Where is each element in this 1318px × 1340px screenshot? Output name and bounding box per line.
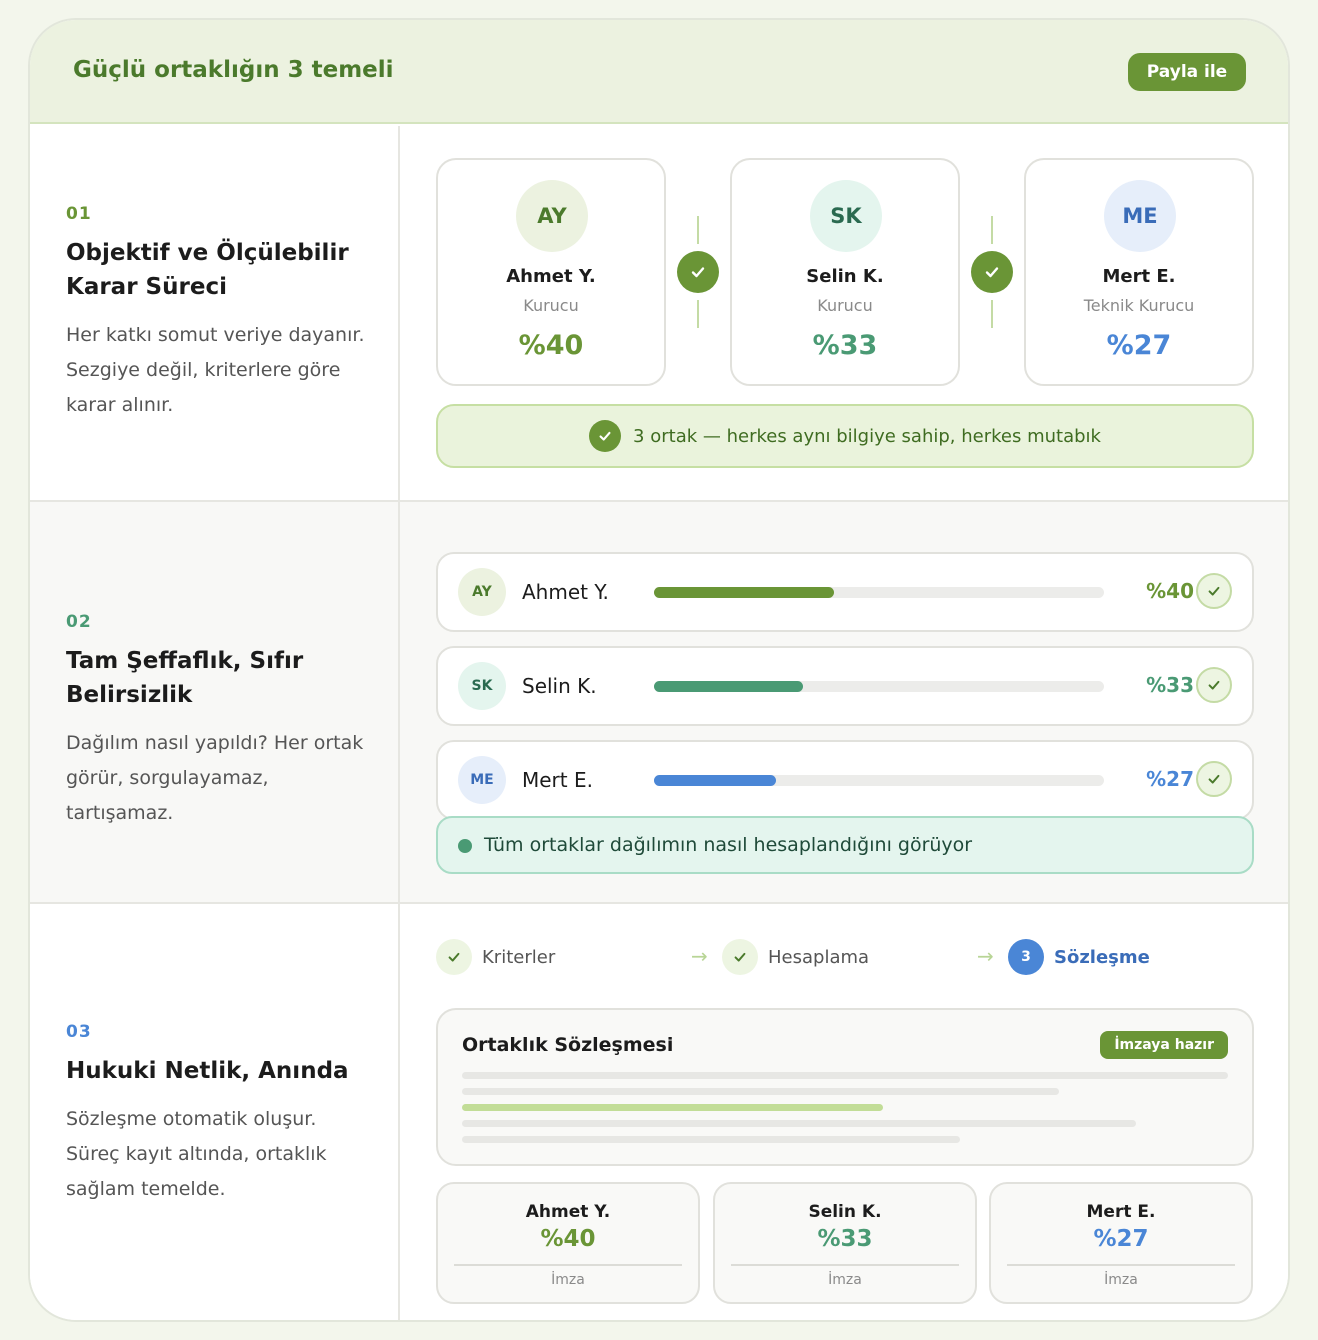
partner-share: %27 bbox=[1106, 330, 1172, 361]
connector bbox=[677, 216, 719, 328]
partner-name: Selin K. bbox=[808, 1202, 882, 1222]
avatar: AY bbox=[458, 568, 506, 616]
partner-name: Mert E. bbox=[522, 768, 593, 792]
partner-share: %40 bbox=[1146, 579, 1194, 603]
connector bbox=[971, 216, 1013, 328]
check-icon bbox=[971, 251, 1013, 293]
transparency-text: Tüm ortaklar dağılımın nasıl hesaplandığ… bbox=[484, 834, 973, 856]
step-label: Kriterler bbox=[482, 946, 556, 968]
check-icon bbox=[589, 420, 622, 452]
partner-share: %33 bbox=[812, 330, 878, 361]
partner-share: %33 bbox=[1146, 673, 1194, 697]
check-icon bbox=[722, 939, 758, 975]
step-criteria: Kriterler bbox=[436, 938, 555, 976]
text-line-placeholder bbox=[462, 1120, 1136, 1127]
signature-card[interactable]: Mert E. %27 İmza bbox=[989, 1182, 1253, 1304]
partner-name: Selin K. bbox=[806, 266, 884, 287]
partner-share: %40 bbox=[540, 1226, 596, 1252]
avatar: SK bbox=[458, 662, 506, 710]
check-icon bbox=[1196, 667, 1232, 703]
transparency-banner: Tüm ortaklar dağılımın nasıl hesaplandığ… bbox=[436, 816, 1254, 874]
partner-share: %33 bbox=[817, 1226, 873, 1252]
share-row: ME Mert E. %27 bbox=[436, 740, 1254, 820]
avatar: ME bbox=[1104, 180, 1176, 252]
status-dot-icon bbox=[458, 839, 472, 853]
share-row: SK Selin K. %33 bbox=[436, 646, 1254, 726]
consensus-banner: 3 ortak — herkes aynı bilgiye sahip, her… bbox=[436, 404, 1254, 468]
check-icon bbox=[677, 251, 719, 293]
step-contract: 3 Sözleşme bbox=[1008, 938, 1150, 976]
signature-line bbox=[454, 1264, 682, 1266]
section-objective: 01 Objektif ve Ölçülebilir Karar Süreci … bbox=[30, 126, 1288, 498]
text-line-placeholder bbox=[462, 1072, 1228, 1079]
text-line-highlight bbox=[462, 1104, 883, 1111]
partner-role: Kurucu bbox=[817, 296, 873, 315]
check-icon bbox=[436, 939, 472, 975]
section-title: Tam Şeffaflık, Sıfır Belirsizlik bbox=[66, 648, 304, 708]
contract-preview[interactable]: Ortaklık Sözleşmesi İmzaya hazır bbox=[436, 1008, 1254, 1166]
contract-title: Ortaklık Sözleşmesi bbox=[462, 1034, 674, 1056]
text-line-placeholder bbox=[462, 1136, 960, 1143]
section-description: Dağılım nasıl yapıldı? Her ortak görür, … bbox=[66, 732, 364, 824]
partner-role: Kurucu bbox=[523, 296, 579, 315]
check-icon bbox=[1196, 573, 1232, 609]
section-description: Sözleşme otomatik oluşur. Süreç kayıt al… bbox=[66, 1108, 327, 1200]
partner-name: Ahmet Y. bbox=[522, 580, 609, 604]
signature-line bbox=[1007, 1264, 1235, 1266]
partner-name: Mert E. bbox=[1102, 266, 1176, 287]
partner-share: %27 bbox=[1146, 767, 1194, 791]
signature-card[interactable]: Ahmet Y. %40 İmza bbox=[436, 1182, 700, 1304]
section-number: 02 bbox=[66, 612, 92, 632]
partner-share: %27 bbox=[1093, 1226, 1149, 1252]
column-divider bbox=[398, 126, 400, 1320]
section-number: 03 bbox=[66, 1022, 92, 1042]
check-icon bbox=[1196, 761, 1232, 797]
avatar: AY bbox=[516, 180, 588, 252]
section-title: Hukuki Netlik, Anında bbox=[66, 1058, 349, 1084]
arrow-right-icon: → bbox=[691, 944, 708, 968]
avatar: ME bbox=[458, 756, 506, 804]
step-calculation: Hesaplama bbox=[722, 938, 869, 976]
consensus-text: 3 ortak — herkes aynı bilgiye sahip, her… bbox=[633, 425, 1101, 447]
partner-name: Ahmet Y. bbox=[506, 266, 596, 287]
section-number: 01 bbox=[66, 204, 92, 224]
signature-label: İmza bbox=[828, 1272, 862, 1288]
step-label: Hesaplama bbox=[768, 946, 870, 968]
signature-line bbox=[731, 1264, 959, 1266]
page-title: Güçlü ortaklığın 3 temeli bbox=[73, 57, 394, 83]
partner-role: Teknik Kurucu bbox=[1083, 296, 1195, 315]
partner-share: %40 bbox=[518, 330, 584, 361]
partner-name: Ahmet Y. bbox=[525, 1202, 611, 1222]
signature-label: İmza bbox=[551, 1272, 585, 1288]
main-card: Güçlü ortaklığın 3 temeli Payla ile 01 O… bbox=[28, 18, 1290, 1322]
partner-card: AY Ahmet Y. Kurucu %40 bbox=[436, 158, 666, 386]
section-title: Objektif ve Ölçülebilir Karar Süreci bbox=[66, 240, 349, 300]
text-line-placeholder bbox=[462, 1088, 1059, 1095]
share-bar bbox=[654, 775, 1104, 786]
step-number: 3 bbox=[1008, 939, 1044, 975]
section-legal: 03 Hukuki Netlik, Anında Sözleşme otomat… bbox=[30, 906, 1288, 1320]
partner-card: SK Selin K. Kurucu %33 bbox=[730, 158, 960, 386]
partner-card: ME Mert E. Teknik Kurucu %27 bbox=[1024, 158, 1254, 386]
share-bar bbox=[654, 681, 1104, 692]
signature-label: İmza bbox=[1104, 1272, 1138, 1288]
partner-name: Selin K. bbox=[522, 674, 597, 698]
step-label: Sözleşme bbox=[1054, 946, 1150, 968]
section-transparency: 02 Tam Şeffaflık, Sıfır Belirsizlik Dağı… bbox=[30, 500, 1288, 904]
section-description: Her katkı somut veriye dayanır. Sezgiye … bbox=[66, 324, 365, 416]
status-badge: İmzaya hazır bbox=[1100, 1031, 1228, 1059]
header: Güçlü ortaklığın 3 temeli Payla ile bbox=[30, 20, 1288, 124]
share-row: AY Ahmet Y. %40 bbox=[436, 552, 1254, 632]
partner-name: Mert E. bbox=[1086, 1202, 1156, 1222]
share-bar bbox=[654, 587, 1104, 598]
signature-card[interactable]: Selin K. %33 İmza bbox=[713, 1182, 977, 1304]
share-button[interactable]: Payla ile bbox=[1128, 53, 1246, 91]
arrow-right-icon: → bbox=[977, 944, 994, 968]
avatar: SK bbox=[810, 180, 882, 252]
